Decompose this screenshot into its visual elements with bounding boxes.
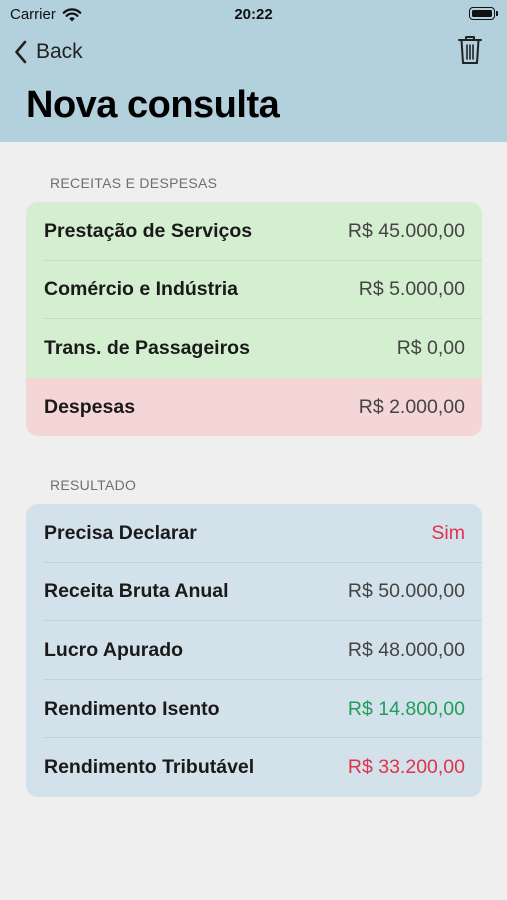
row-label: Precisa Declarar: [44, 521, 197, 544]
row-value: R$ 50.000,00: [347, 580, 465, 603]
list-item-prestacao[interactable]: Prestação de Serviços R$ 45.000,00: [26, 202, 482, 261]
list-item-receita-bruta: Receita Bruta Anual R$ 50.000,00: [26, 562, 482, 622]
row-value: R$ 14.800,00: [347, 697, 465, 720]
row-value: R$ 33.200,00: [347, 756, 465, 779]
resultado-card: Precisa Declarar Sim Receita Bruta Anual…: [26, 504, 482, 797]
back-button[interactable]: Back: [14, 37, 83, 67]
row-label: Rendimento Isento: [44, 697, 220, 720]
receitas-card: Prestação de Serviços R$ 45.000,00 Comér…: [26, 202, 482, 437]
status-bar: Carrier 20:22: [0, 0, 507, 30]
list-item-comercio[interactable]: Comércio e Indústria R$ 5.000,00: [26, 260, 482, 320]
row-label: Lucro Apurado: [44, 638, 184, 661]
row-label: Prestação de Serviços: [44, 219, 253, 242]
list-item-precisa-declarar: Precisa Declarar Sim: [26, 504, 482, 563]
back-label: Back: [36, 40, 83, 63]
row-label: Trans. de Passageiros: [44, 336, 250, 359]
row-value: R$ 2.000,00: [358, 395, 465, 418]
status-time: 20:22: [234, 6, 273, 23]
row-value: R$ 0,00: [396, 336, 465, 359]
list-item-rendimento-isento: Rendimento Isento R$ 14.800,00: [26, 679, 482, 739]
row-label: Rendimento Tributável: [44, 756, 255, 779]
list-item-lucro-apurado: Lucro Apurado R$ 48.000,00: [26, 621, 482, 680]
row-value: R$ 48.000,00: [347, 638, 465, 661]
row-value: R$ 45.000,00: [347, 219, 465, 242]
battery-icon: [469, 7, 498, 20]
row-label: Despesas: [44, 395, 136, 418]
list-item-despesas[interactable]: Despesas R$ 2.000,00: [26, 377, 482, 437]
page-title: Nova consulta: [26, 84, 280, 126]
section-header-receitas: RECEITAS E DESPESAS: [50, 175, 218, 191]
list-item-transporte[interactable]: Trans. de Passageiros R$ 0,00: [26, 319, 482, 378]
row-value: R$ 5.000,00: [358, 278, 465, 301]
list-item-rendimento-tributavel: Rendimento Tributável R$ 33.200,00: [26, 738, 482, 797]
row-label: Receita Bruta Anual: [44, 580, 229, 603]
navigation-header: Carrier 20:22 Back Nova consulta: [0, 0, 507, 142]
row-value: Sim: [431, 521, 465, 544]
row-label: Comércio e Indústria: [44, 278, 238, 301]
trash-icon[interactable]: [457, 34, 483, 66]
chevron-left-icon: [15, 40, 27, 64]
section-header-resultado: RESULTADO: [50, 477, 137, 493]
